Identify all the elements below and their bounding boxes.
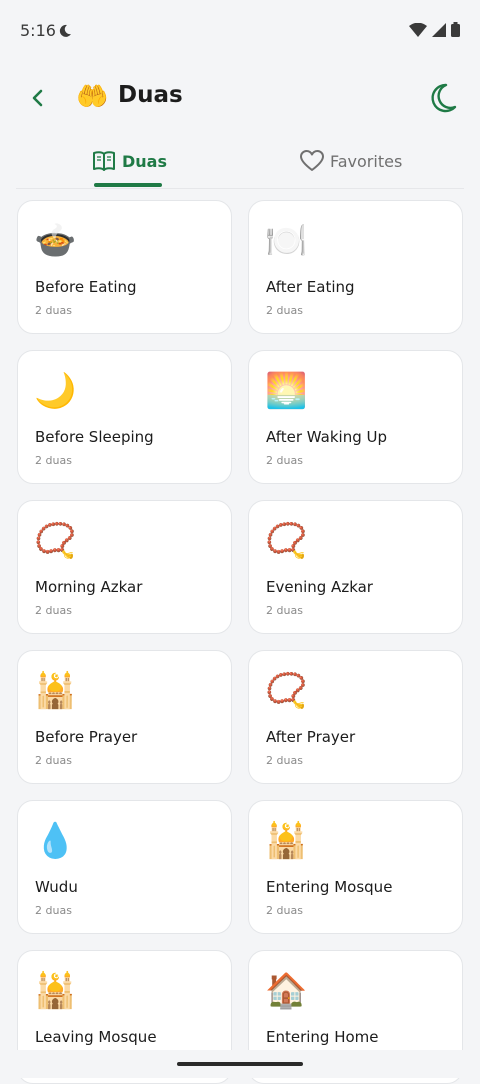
tab-duas[interactable]: Duas (92, 134, 167, 188)
heart-icon (300, 150, 324, 171)
status-bar: 5:16 (0, 0, 480, 62)
active-tab-indicator (94, 183, 162, 187)
praying-hands-icon: 🤲 (76, 82, 109, 112)
back-button[interactable] (24, 84, 52, 112)
do-not-disturb-icon (58, 23, 72, 42)
status-icons (409, 22, 460, 41)
card-count: 2 duas (35, 754, 72, 767)
prayer-beads-icon: 📿 (34, 521, 77, 561)
card-title: Before Sleeping (35, 428, 154, 446)
card-count: 2 duas (35, 904, 72, 917)
card-title: After Waking Up (266, 428, 388, 446)
tab-bar: Duas Favorites (16, 134, 464, 189)
water-hands-icon: 💧 (34, 821, 77, 861)
tab-favorites-label: Favorites (330, 151, 403, 171)
prayer-mat-icon: 🕌 (34, 671, 77, 711)
tab-duas-label: Duas (122, 151, 167, 171)
theme-toggle-button[interactable] (424, 80, 460, 116)
food-bowl-icon: 🍲 (34, 221, 77, 261)
crescent-moon-icon (431, 83, 457, 113)
battery-icon (451, 22, 460, 41)
category-card-morning-azkar[interactable]: 📿 Morning Azkar 2 duas (17, 500, 232, 634)
card-title: After Eating (266, 278, 355, 296)
card-count: 2 duas (266, 454, 303, 467)
category-card-after-prayer[interactable]: 📿 After Prayer 2 duas (248, 650, 463, 784)
category-card-entering-mosque[interactable]: 🕌 Entering Mosque 2 duas (248, 800, 463, 934)
card-title: After Prayer (266, 728, 356, 746)
prayer-beads-moon-icon: 📿 (265, 521, 308, 561)
card-title: Leaving Mosque (35, 1028, 157, 1046)
app-header: 🤲 Duas (0, 62, 480, 134)
card-count: 2 duas (266, 904, 303, 917)
category-card-wudu[interactable]: 💧 Wudu 2 duas (17, 800, 232, 934)
wifi-icon (409, 22, 427, 41)
category-card-after-eating[interactable]: 🍽️ After Eating 2 duas (248, 200, 463, 334)
card-count: 2 duas (35, 304, 72, 317)
mosque-icon: 🕌 (34, 971, 77, 1011)
card-title: Wudu (35, 878, 78, 896)
signal-icon (432, 22, 446, 41)
card-title: Morning Azkar (35, 578, 143, 596)
prayer-mat-beads-icon: 📿 (265, 671, 308, 711)
tab-favorites[interactable]: Favorites (300, 134, 402, 188)
home-indicator[interactable] (177, 1062, 303, 1066)
card-title: Before Eating (35, 278, 137, 296)
sunrise-clock-icon: 🌅 (265, 371, 308, 411)
card-title: Entering Mosque (266, 878, 393, 896)
card-count: 2 duas (35, 454, 72, 467)
card-title: Evening Azkar (266, 578, 373, 596)
category-card-evening-azkar[interactable]: 📿 Evening Azkar 2 duas (248, 500, 463, 634)
card-title: Before Prayer (35, 728, 138, 746)
category-card-before-eating[interactable]: 🍲 Before Eating 2 duas (17, 200, 232, 334)
chevron-left-icon (32, 89, 43, 107)
card-count: 2 duas (35, 604, 72, 617)
status-time: 5:16 (20, 21, 56, 40)
pillow-moon-icon: 🌙 (34, 371, 77, 411)
category-card-before-prayer[interactable]: 🕌 Before Prayer 2 duas (17, 650, 232, 784)
card-title: Entering Home (266, 1028, 379, 1046)
mosque-icon: 🕌 (265, 821, 308, 861)
category-card-after-waking-up[interactable]: 🌅 After Waking Up 2 duas (248, 350, 463, 484)
book-open-icon (93, 151, 115, 171)
card-count: 2 duas (266, 754, 303, 767)
plate-cutlery-icon: 🍽️ (265, 221, 308, 261)
dua-category-grid: 🍲 Before Eating 2 duas 🍽️ After Eating 2… (17, 200, 463, 1084)
page-title: Duas (118, 82, 183, 108)
card-count: 2 duas (266, 604, 303, 617)
category-card-before-sleeping[interactable]: 🌙 Before Sleeping 2 duas (17, 350, 232, 484)
home-icon: 🏠 (265, 971, 308, 1011)
card-count: 2 duas (266, 304, 303, 317)
